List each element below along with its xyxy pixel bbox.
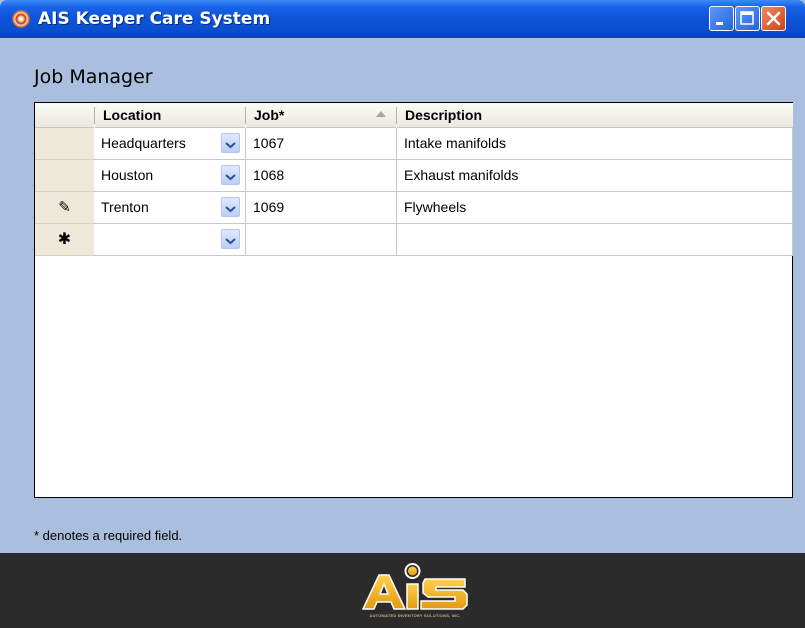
chevron-down-icon xyxy=(225,142,236,149)
row-header-editing[interactable]: ✎ xyxy=(35,192,94,224)
job-grid[interactable]: Location Job* Description Headquarters 1… xyxy=(34,102,793,498)
minimize-button[interactable] xyxy=(709,6,734,31)
ais-logo xyxy=(361,563,468,610)
location-value: Houston xyxy=(101,167,154,183)
location-cell[interactable]: Trenton xyxy=(94,192,246,224)
grid-corner-header[interactable] xyxy=(35,103,94,128)
location-value: Headquarters xyxy=(101,135,186,151)
location-dropdown-button[interactable] xyxy=(221,229,240,249)
description-cell[interactable]: Exhaust manifolds xyxy=(397,160,793,192)
maximize-button[interactable] xyxy=(735,6,760,31)
location-dropdown-button[interactable] xyxy=(221,165,240,185)
required-field-note: * denotes a required field. xyxy=(34,528,183,543)
column-header-job-label: Job* xyxy=(254,107,285,123)
description-cell[interactable]: Flywheels xyxy=(397,192,793,224)
location-cell[interactable]: Headquarters xyxy=(94,128,246,160)
column-header-description[interactable]: Description xyxy=(397,103,793,128)
column-header-location[interactable]: Location xyxy=(95,103,245,128)
location-cell[interactable] xyxy=(94,224,246,256)
chevron-down-icon xyxy=(225,238,236,245)
minimize-icon xyxy=(716,22,723,25)
close-icon xyxy=(766,11,781,26)
close-button[interactable] xyxy=(761,6,786,31)
job-cell[interactable] xyxy=(246,224,397,256)
column-header-job[interactable]: Job* xyxy=(246,103,396,128)
location-value: Trenton xyxy=(101,199,149,215)
ais-app-icon xyxy=(12,10,30,28)
location-cell[interactable]: Houston xyxy=(94,160,246,192)
pencil-icon: ✎ xyxy=(58,199,71,216)
asterisk-icon: ✱ xyxy=(57,231,72,248)
row-header-new[interactable]: ✱ xyxy=(35,224,94,256)
page-title: Job Manager xyxy=(34,66,153,88)
chevron-down-icon xyxy=(225,174,236,181)
job-cell[interactable]: 1068 xyxy=(246,160,397,192)
job-cell[interactable]: 1067 xyxy=(246,128,397,160)
title-bar[interactable]: AIS Keeper Care System xyxy=(0,0,805,38)
job-cell[interactable]: 1069 xyxy=(246,192,397,224)
chevron-down-icon xyxy=(225,206,236,213)
sort-ascending-icon xyxy=(376,111,386,117)
row-header[interactable] xyxy=(35,160,94,192)
description-cell[interactable]: Intake manifolds xyxy=(397,128,793,160)
logo-subtitle: AUTOMATED INVENTORY SOLUTIONS, INC. xyxy=(369,613,461,618)
location-dropdown-button[interactable] xyxy=(221,133,240,153)
location-dropdown-button[interactable] xyxy=(221,197,240,217)
description-cell[interactable] xyxy=(397,224,793,256)
maximize-icon xyxy=(740,11,754,25)
row-header[interactable] xyxy=(35,128,94,160)
app-window: AIS Keeper Care System Job Manager Locat… xyxy=(0,0,805,628)
window-title: AIS Keeper Care System xyxy=(38,9,271,29)
